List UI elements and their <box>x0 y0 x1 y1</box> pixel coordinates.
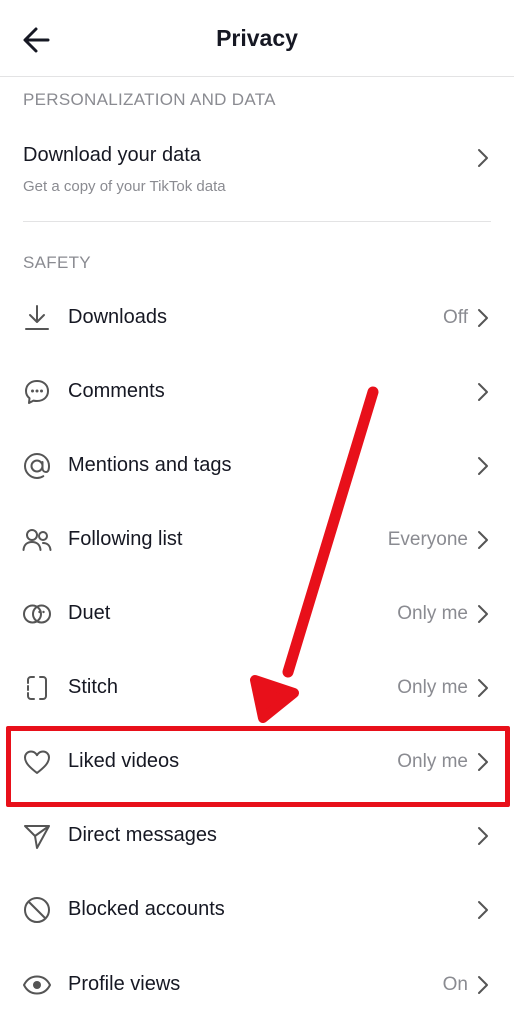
comment-icon <box>21 376 53 408</box>
block-icon <box>21 894 53 926</box>
at-sign-icon <box>21 450 53 482</box>
header-bar: Privacy <box>0 0 514 77</box>
chevron-right-icon <box>476 751 490 773</box>
section-header-personalization: PERSONALIZATION AND DATA <box>23 90 276 109</box>
settings-item-downloads[interactable]: Downloads Off <box>0 281 514 355</box>
people-icon <box>21 524 53 556</box>
settings-item-direct-messages[interactable]: Direct messages <box>0 799 514 873</box>
download-data-item[interactable] <box>0 120 514 220</box>
duet-icon <box>21 598 53 630</box>
settings-item-value: Everyone <box>387 529 468 550</box>
send-icon <box>21 820 53 852</box>
settings-item-liked-videos[interactable]: Liked videos Only me <box>0 725 514 799</box>
chevron-right-icon <box>476 147 490 169</box>
settings-item-label: Following list <box>68 528 183 550</box>
settings-item-following-list[interactable]: Following list Everyone <box>0 503 514 577</box>
settings-item-profile-views[interactable]: Profile views On <box>0 948 514 1022</box>
settings-item-label: Direct messages <box>68 824 217 846</box>
settings-item-value: On <box>442 974 468 995</box>
chevron-right-icon <box>476 307 490 329</box>
download-data-title: Download your data <box>23 144 201 166</box>
settings-item-label: Downloads <box>68 306 167 328</box>
divider <box>23 221 491 222</box>
chevron-right-icon <box>476 825 490 847</box>
download-data-subtitle: Get a copy of your TikTok data <box>23 178 226 195</box>
settings-item-label: Duet <box>68 602 111 624</box>
chevron-right-icon <box>476 529 490 551</box>
settings-item-stitch[interactable]: Stitch Only me <box>0 651 514 725</box>
settings-item-value: Only me <box>397 677 468 698</box>
settings-item-value: Only me <box>397 751 468 772</box>
settings-item-value: Off <box>443 307 468 328</box>
heart-icon <box>21 746 53 778</box>
settings-item-blocked-accounts[interactable]: Blocked accounts <box>0 873 514 947</box>
download-icon <box>21 302 53 334</box>
settings-item-label: Blocked accounts <box>68 898 225 920</box>
chevron-right-icon <box>476 899 490 921</box>
section-header-safety: SAFETY <box>23 253 91 272</box>
chevron-right-icon <box>476 603 490 625</box>
settings-item-label: Profile views <box>68 973 181 995</box>
settings-item-label: Comments <box>68 380 165 402</box>
settings-item-duet[interactable]: Duet Only me <box>0 577 514 651</box>
eye-icon <box>21 969 53 1001</box>
settings-item-label: Stitch <box>68 676 119 698</box>
settings-item-comments[interactable]: Comments <box>0 355 514 429</box>
settings-item-value: Only me <box>397 603 468 624</box>
settings-item-label: Mentions and tags <box>68 454 232 476</box>
page-title: Privacy <box>216 25 298 51</box>
chevron-right-icon <box>476 455 490 477</box>
settings-item-mentions[interactable]: Mentions and tags <box>0 429 514 503</box>
chevron-right-icon <box>476 677 490 699</box>
settings-item-label: Liked videos <box>68 750 180 772</box>
stitch-icon <box>21 672 53 704</box>
chevron-right-icon <box>476 974 490 996</box>
chevron-right-icon <box>476 381 490 403</box>
